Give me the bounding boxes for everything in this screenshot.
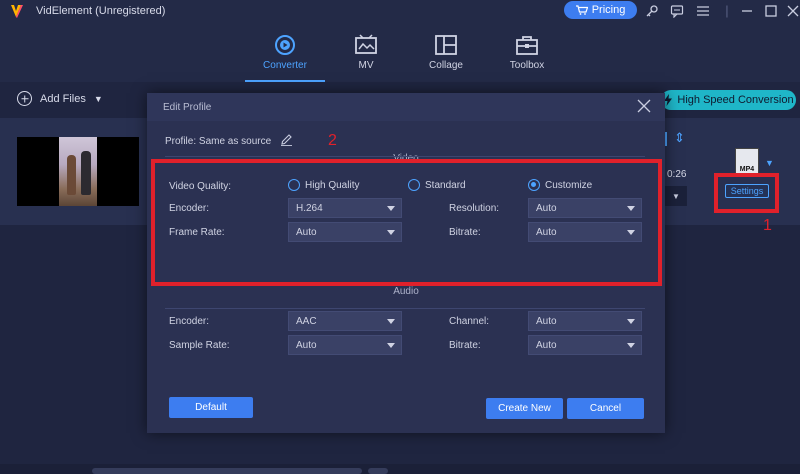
annotation-number-2: 2 xyxy=(328,132,337,149)
cart-icon xyxy=(575,5,588,15)
sample-rate-label: Sample Rate: xyxy=(169,340,230,351)
section-divider xyxy=(165,156,645,157)
tab-toolbox[interactable]: Toolbox xyxy=(492,34,562,80)
audio-encoder-select[interactable]: AAC xyxy=(288,311,402,331)
dialog-header: Edit Profile xyxy=(147,93,665,121)
tab-collage[interactable]: Collage xyxy=(411,34,481,80)
video-duration: 0:26 xyxy=(667,169,687,180)
audio-bitrate-select[interactable]: Auto xyxy=(528,335,642,355)
menu-icon[interactable] xyxy=(696,4,710,18)
tab-collage-label: Collage xyxy=(429,60,463,71)
button-label: Create New xyxy=(498,403,551,414)
chevron-down-icon[interactable]: ▼ xyxy=(94,94,103,104)
select-value: Auto xyxy=(536,339,557,351)
minimize-icon[interactable] xyxy=(740,4,754,18)
maximize-icon[interactable] xyxy=(764,4,778,18)
annotation-box-video-settings xyxy=(151,159,662,286)
key-icon[interactable] xyxy=(645,4,659,18)
format-label: MP4 xyxy=(739,166,755,173)
mp4-format-icon[interactable]: MP4 xyxy=(735,148,759,176)
output-path-dropdown[interactable] xyxy=(368,468,388,474)
caret-down-icon xyxy=(627,343,635,348)
dialog-title: Edit Profile xyxy=(163,102,212,113)
create-new-button[interactable]: Create New xyxy=(486,398,563,419)
divider xyxy=(665,132,667,146)
audio-section-heading: Audio xyxy=(393,286,419,297)
select-value: Auto xyxy=(296,339,317,351)
tab-toolbox-label: Toolbox xyxy=(509,60,545,71)
cancel-button[interactable]: Cancel xyxy=(567,398,644,419)
close-window-icon[interactable] xyxy=(786,4,800,18)
close-icon[interactable] xyxy=(637,99,651,113)
main-nav: Converter MV Collage Toolbox xyxy=(0,24,800,82)
chevron-down-icon: ▼ xyxy=(672,191,680,201)
title-bar: VidElement (Unregistered) Pricing | xyxy=(0,0,800,24)
output-path-field[interactable] xyxy=(92,468,362,474)
chevron-down-icon[interactable]: ▼ xyxy=(765,158,774,168)
compress-icon[interactable]: ⇕ xyxy=(674,130,685,146)
caret-down-icon xyxy=(387,343,395,348)
annotation-number-1: 1 xyxy=(763,217,772,234)
high-speed-conversion-button[interactable]: High Speed Conversion xyxy=(661,90,796,110)
pricing-button[interactable]: Pricing xyxy=(564,1,637,19)
button-label: Cancel xyxy=(589,403,622,414)
titlebar-divider: | xyxy=(725,3,729,18)
thumbnail-scene xyxy=(59,137,97,206)
select-value: Auto xyxy=(536,315,557,327)
thumbnail-person xyxy=(67,155,76,195)
collage-icon xyxy=(435,35,457,55)
add-files-label: Add Files xyxy=(40,92,86,105)
profile-label-text: Profile: xyxy=(165,136,197,147)
add-files-button[interactable]: Add Files ▼ xyxy=(17,91,103,106)
pricing-label: Pricing xyxy=(591,4,626,16)
profile-value: Same as source xyxy=(198,136,272,147)
audio-encoder-label: Encoder: xyxy=(169,316,210,327)
caret-down-icon xyxy=(387,319,395,324)
add-icon xyxy=(17,91,32,106)
feedback-icon[interactable] xyxy=(670,4,684,18)
app-title: VidElement (Unregistered) xyxy=(36,5,166,17)
thumbnail-person xyxy=(81,151,91,195)
annotation-box-settings xyxy=(714,173,779,213)
converter-icon xyxy=(275,35,295,55)
tab-converter[interactable]: Converter xyxy=(250,34,320,80)
caret-down-icon xyxy=(627,319,635,324)
tab-converter-label: Converter xyxy=(263,60,307,71)
audio-bitrate-label: Bitrate: xyxy=(449,340,481,351)
channel-select[interactable]: Auto xyxy=(528,311,642,331)
mv-icon xyxy=(355,34,377,54)
toolbox-icon xyxy=(516,36,538,55)
tab-mv-label: MV xyxy=(358,60,374,71)
track-select[interactable]: ▼ xyxy=(665,186,687,206)
tab-mv[interactable]: MV xyxy=(331,34,401,80)
sample-rate-select[interactable]: Auto xyxy=(288,335,402,355)
default-button[interactable]: Default xyxy=(169,397,253,418)
video-thumbnail[interactable] xyxy=(17,137,139,206)
profile-label: Profile: Same as source xyxy=(165,136,271,147)
section-divider xyxy=(165,308,645,309)
high-speed-label: High Speed Conversion xyxy=(677,94,794,106)
app-logo-icon xyxy=(11,5,23,18)
button-label: Default xyxy=(195,402,227,413)
channel-label: Channel: xyxy=(449,316,490,327)
select-value: AAC xyxy=(296,315,317,327)
edit-pencil-icon[interactable] xyxy=(280,133,293,146)
